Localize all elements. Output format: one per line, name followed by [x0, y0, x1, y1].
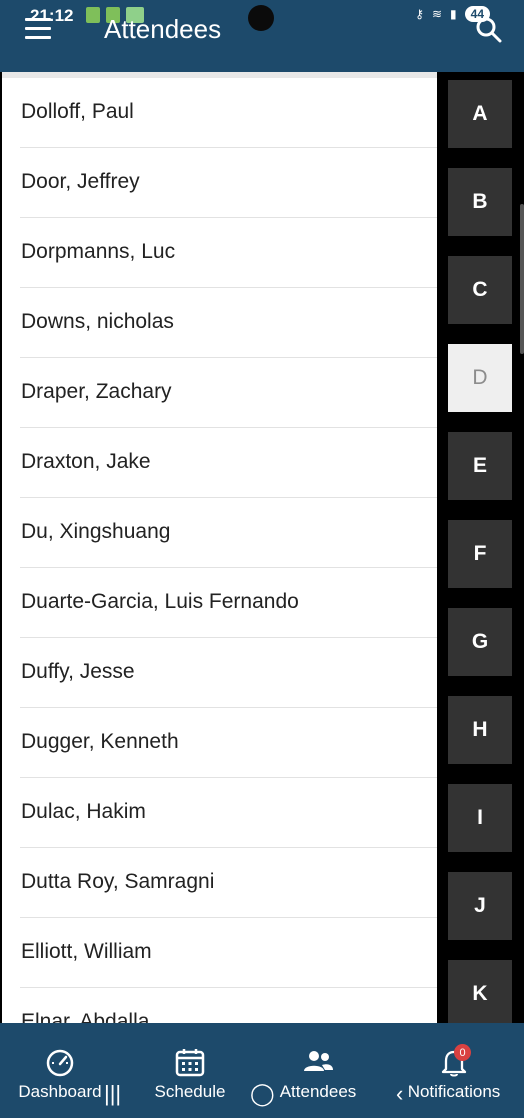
- attendee-name: Dolloff, Paul: [21, 100, 134, 123]
- menu-icon[interactable]: [25, 18, 51, 40]
- attendee-row[interactable]: Duarte-Garcia, Luis Fernando: [20, 568, 437, 638]
- attendee-name: Elliott, William: [21, 940, 152, 963]
- attendee-name: Duffy, Jesse: [21, 660, 135, 683]
- index-letter-i[interactable]: I: [448, 784, 512, 852]
- nav-notifications[interactable]: 0 Notifications: [392, 1023, 516, 1118]
- index-letter-f[interactable]: F: [448, 520, 512, 588]
- nav-label: Notifications: [407, 1082, 501, 1101]
- index-letter-d[interactable]: D: [448, 344, 512, 412]
- attendee-name: Dorpmanns, Luc: [21, 240, 176, 263]
- key-icon: ⚷: [415, 7, 424, 21]
- nav-attendees[interactable]: Attendees: [268, 1023, 368, 1118]
- attendee-name: Dulac, Hakim: [21, 800, 146, 823]
- attendee-row[interactable]: Elnar, Abdalla: [20, 988, 437, 1023]
- attendee-name: Draxton, Jake: [21, 450, 151, 473]
- recents-button[interactable]: |||: [104, 1081, 121, 1107]
- gauge-icon: [46, 1049, 74, 1077]
- nav-label: Schedule: [154, 1082, 226, 1101]
- bottom-navigation: Dashboard Schedule Attendees 0 Notificat…: [0, 1023, 524, 1118]
- front-camera: [248, 5, 274, 31]
- attendee-row[interactable]: Dulac, Hakim: [20, 778, 437, 848]
- index-letter-k[interactable]: K: [448, 960, 512, 1028]
- attendee-list[interactable]: Dolloff, Paul Door, Jeffrey Dorpmanns, Luc…: [2, 72, 437, 1023]
- attendee-row[interactable]: Dorpmanns, Luc: [20, 218, 437, 288]
- wifi-icon: ≋: [431, 7, 443, 21]
- attendee-name: Downs, nicholas: [21, 310, 174, 333]
- attendee-name: Draper, Zachary: [21, 380, 172, 403]
- attendee-name: Duarte-Garcia, Luis Fernando: [21, 590, 299, 613]
- attendee-row[interactable]: Elliott, William: [20, 918, 437, 988]
- index-letter-c[interactable]: C: [448, 256, 512, 324]
- page-title: Attendees: [104, 14, 222, 44]
- attendee-name: Dutta Roy, Samragni: [21, 870, 215, 893]
- notification-badge: 0: [454, 1044, 471, 1061]
- attendee-row[interactable]: Downs, nicholas: [20, 288, 437, 358]
- index-letter-b[interactable]: B: [448, 168, 512, 236]
- nav-label: Attendees: [279, 1082, 357, 1101]
- signal-icon: ▮: [450, 7, 457, 21]
- search-icon[interactable]: [476, 17, 502, 43]
- attendee-name: Dugger, Kenneth: [21, 730, 179, 753]
- index-letter-j[interactable]: J: [448, 872, 512, 940]
- attendee-row[interactable]: Dugger, Kenneth: [20, 708, 437, 778]
- attendee-row[interactable]: Draxton, Jake: [20, 428, 437, 498]
- people-icon: [304, 1051, 333, 1071]
- attendee-row[interactable]: Dutta Roy, Samragni: [20, 848, 437, 918]
- index-letter-g[interactable]: G: [448, 608, 512, 676]
- app-header: 21:12 ⚷ ≋ ▮ 44 Attendees: [0, 0, 524, 72]
- index-letter-e[interactable]: E: [448, 432, 512, 500]
- nav-schedule[interactable]: Schedule: [140, 1023, 240, 1118]
- back-button[interactable]: ‹: [396, 1081, 403, 1107]
- attendee-name: Elnar, Abdalla: [21, 1010, 150, 1023]
- nav-dashboard[interactable]: Dashboard: [10, 1023, 110, 1118]
- alphabet-index: ABCDEFGHIJK: [437, 72, 524, 1028]
- attendee-row[interactable]: Door, Jeffrey: [20, 148, 437, 218]
- attendee-row[interactable]: Du, Xingshuang: [20, 498, 437, 568]
- home-button[interactable]: ◯: [250, 1081, 275, 1107]
- attendee-row[interactable]: Duffy, Jesse: [20, 638, 437, 708]
- attendee-name: Door, Jeffrey: [21, 170, 140, 193]
- index-letter-h[interactable]: H: [448, 696, 512, 764]
- scrollbar[interactable]: [520, 204, 524, 354]
- attendee-row[interactable]: Dolloff, Paul: [20, 78, 437, 148]
- calendar-icon: [175, 1049, 205, 1077]
- attendee-name: Du, Xingshuang: [21, 520, 171, 543]
- index-letter-a[interactable]: A: [448, 80, 512, 148]
- nav-label: Dashboard: [18, 1082, 102, 1101]
- attendee-row[interactable]: Draper, Zachary: [20, 358, 437, 428]
